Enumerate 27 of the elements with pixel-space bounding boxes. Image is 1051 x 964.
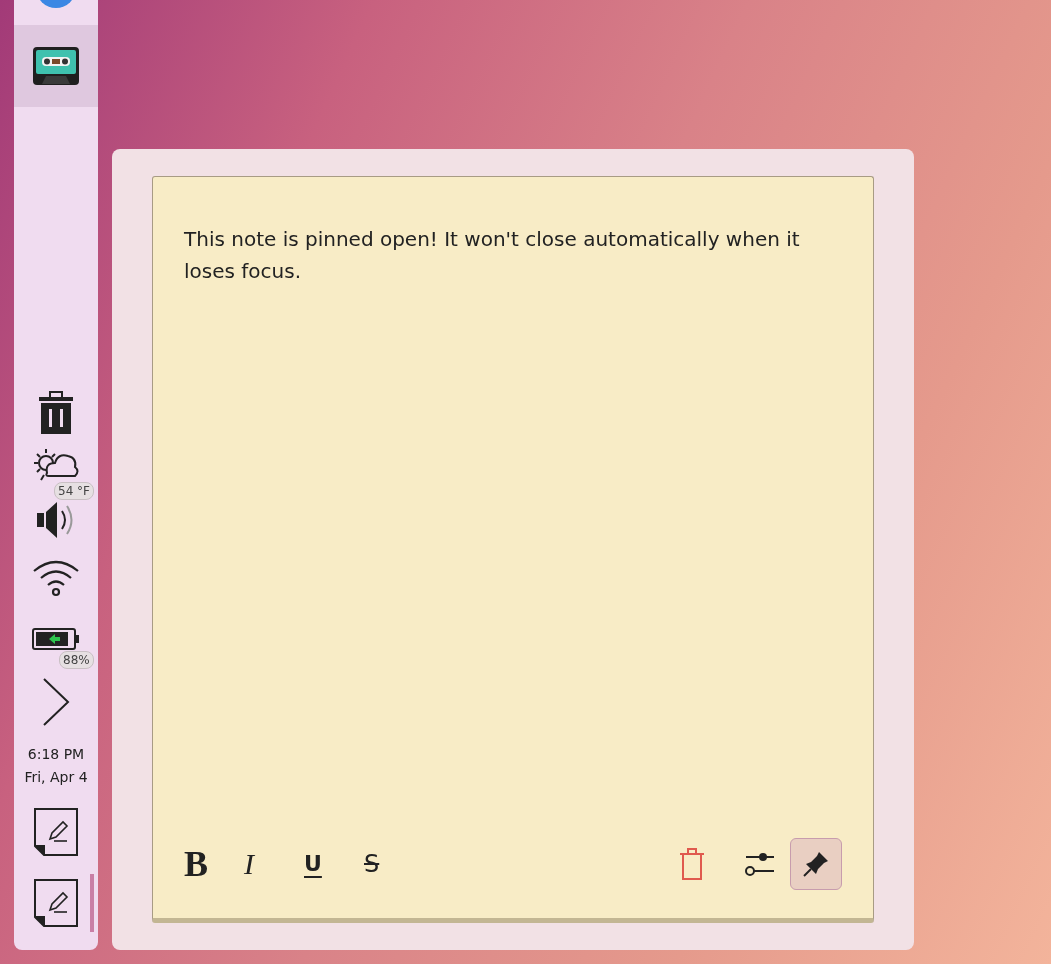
- tray-button[interactable]: [38, 391, 74, 435]
- battery-percentage: 88%: [59, 651, 94, 669]
- trash-icon: [679, 847, 705, 881]
- clock[interactable]: 6:18 PM Fri, Apr 4: [14, 743, 98, 789]
- temperature-badge: 54 °F: [54, 482, 94, 500]
- cassette-icon: [32, 46, 80, 86]
- clock-time: 6:18 PM: [27, 745, 85, 764]
- strikethrough-button[interactable]: S: [364, 838, 424, 890]
- italic-button[interactable]: I: [244, 838, 304, 890]
- pin-icon: [802, 850, 830, 878]
- tray-button[interactable]: [31, 447, 81, 481]
- launcher-item[interactable]: [14, 25, 98, 107]
- trash-icon: [38, 391, 74, 435]
- note-launcher[interactable]: [33, 807, 79, 857]
- battery-icon: [32, 627, 80, 651]
- bold-button[interactable]: B: [184, 838, 244, 890]
- chevron-right-icon: [41, 677, 71, 727]
- note-text[interactable]: This note is pinned open! It won't close automatically when it loses focus.: [184, 223, 842, 838]
- sticky-note-icon: [33, 807, 79, 857]
- weather-icon: [31, 447, 81, 481]
- underline-button[interactable]: U: [304, 838, 364, 890]
- sticky-note-icon: [33, 878, 79, 928]
- pin-button[interactable]: [790, 838, 842, 890]
- tray-button[interactable]: [41, 677, 71, 727]
- note-launcher[interactable]: [33, 878, 79, 928]
- tray-button[interactable]: [32, 627, 80, 651]
- clock-date: Fri, Apr 4: [24, 768, 88, 787]
